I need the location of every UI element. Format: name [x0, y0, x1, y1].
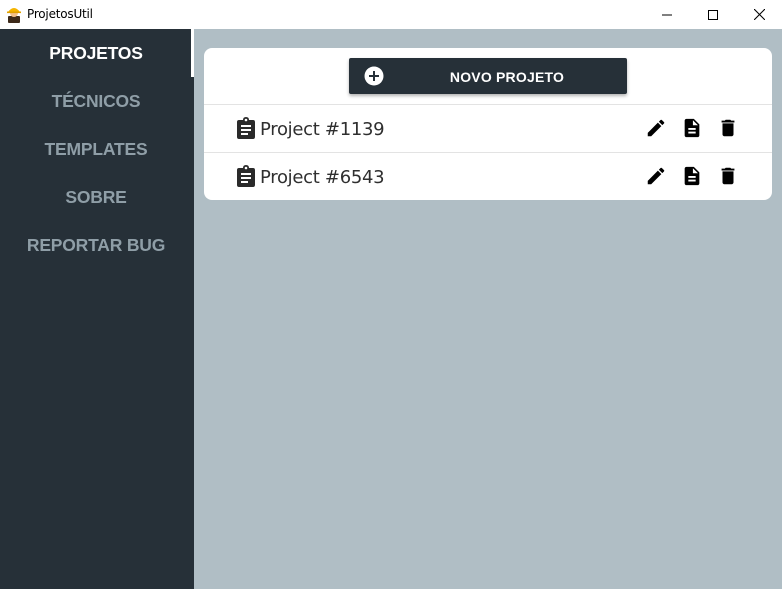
- app-icon: [6, 5, 22, 23]
- document-icon[interactable]: [681, 165, 703, 187]
- new-project-button[interactable]: NOVO PROJETO: [349, 58, 627, 94]
- trash-icon[interactable]: [717, 117, 739, 139]
- sidebar: PROJETOS TÉCNICOS TEMPLATES SOBRE REPORT…: [0, 29, 194, 589]
- sidebar-item-label: SOBRE: [65, 186, 127, 207]
- project-row[interactable]: Project #1139: [204, 105, 772, 152]
- sidebar-item-templates[interactable]: TEMPLATES: [0, 125, 192, 173]
- title-bar: ProjetosUtil: [0, 0, 782, 29]
- trash-icon[interactable]: [717, 165, 739, 187]
- sidebar-item-tecnicos[interactable]: TÉCNICOS: [0, 77, 192, 125]
- project-row[interactable]: Project #6543: [204, 153, 772, 200]
- sidebar-item-reportar-bug[interactable]: REPORTAR BUG: [0, 221, 192, 269]
- sidebar-item-label: REPORTAR BUG: [26, 234, 166, 255]
- minimize-button[interactable]: [644, 0, 690, 29]
- sidebar-item-label: PROJETOS: [49, 42, 143, 63]
- minimize-icon: [662, 14, 672, 15]
- sidebar-item-sobre[interactable]: SOBRE: [0, 173, 192, 221]
- window-title: ProjetosUtil: [27, 7, 93, 21]
- clipboard-icon: [236, 165, 256, 187]
- projects-card: NOVO PROJETO Project #1139 Project #6543: [204, 48, 772, 200]
- sidebar-item-label: TÉCNICOS: [51, 90, 141, 111]
- close-icon: [753, 9, 765, 20]
- document-icon[interactable]: [681, 117, 703, 139]
- pencil-icon[interactable]: [645, 117, 667, 139]
- sidebar-item-projetos[interactable]: PROJETOS: [0, 29, 194, 77]
- sidebar-item-label: TEMPLATES: [44, 138, 148, 159]
- project-name: Project #1139: [260, 119, 385, 140]
- clipboard-icon: [236, 117, 256, 139]
- maximize-button[interactable]: [690, 0, 736, 29]
- pencil-icon[interactable]: [645, 165, 667, 187]
- close-button[interactable]: [736, 0, 782, 29]
- main-content: NOVO PROJETO Project #1139 Project #6543: [194, 29, 782, 589]
- project-name: Project #6543: [260, 167, 385, 188]
- new-project-label: NOVO PROJETO: [449, 69, 565, 85]
- maximize-icon: [708, 9, 718, 20]
